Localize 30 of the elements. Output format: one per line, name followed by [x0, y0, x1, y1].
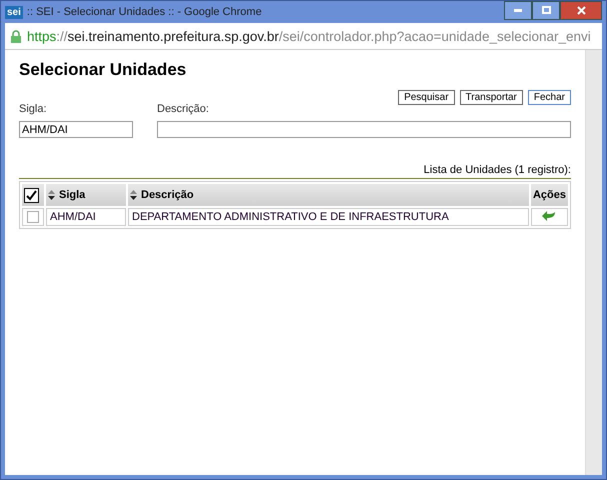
action-button[interactable]: Transportar [460, 90, 523, 105]
input-field[interactable] [157, 121, 571, 138]
action-button[interactable]: Fechar [528, 90, 571, 105]
window-title: :: SEI - Selecionar Unidades :: - Google Chrome [26, 6, 263, 18]
page-heading: Selecionar Unidades [19, 60, 188, 80]
table-cell: AHM/DAI [46, 208, 126, 226]
close-button[interactable] [560, 1, 602, 20]
sort-icon[interactable] [48, 189, 55, 202]
close-icon [576, 6, 586, 14]
maximize-icon [542, 6, 550, 14]
column-header[interactable]: Descrição [141, 188, 194, 201]
input-field[interactable]: AHM/DAI [19, 121, 133, 138]
table-caption: Lista de Unidades (1 registro): [19, 164, 571, 179]
select-all-checkbox[interactable] [24, 188, 39, 202]
action-button[interactable]: Pesquisar [398, 90, 455, 105]
table-cell: DEPARTAMENTO ADMINISTRATIVO E DE INFRAESTRUTURA [128, 208, 529, 226]
minimize-icon [514, 8, 522, 12]
lock-icon [11, 30, 21, 42]
maximize-button[interactable] [532, 1, 560, 20]
minimize-button[interactable] [504, 1, 532, 20]
column-header[interactable]: Sigla [59, 188, 86, 201]
address-bar[interactable]: https://sei.treinamento.prefeitura.sp.gov.br/sei/controlador.php?acao=unidade_selecionar_envi [5, 23, 602, 50]
app-badge: sei [5, 6, 23, 18]
row-checkbox[interactable] [27, 211, 39, 224]
field-label: Descrição: [157, 103, 210, 115]
field-label: Sigla: [19, 103, 48, 115]
column-header: Ações [532, 189, 566, 201]
scrollbar[interactable] [585, 50, 602, 475]
transport-arrow-icon[interactable] [542, 210, 556, 221]
sort-icon[interactable] [130, 189, 137, 202]
